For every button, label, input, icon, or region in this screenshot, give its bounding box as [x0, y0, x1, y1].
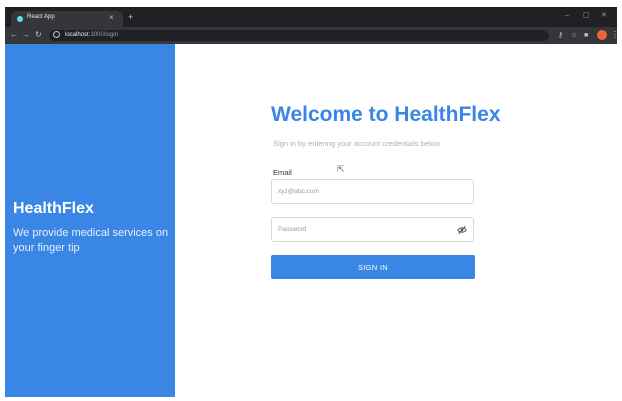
- menu-icon[interactable]: ⋮: [611, 30, 617, 40]
- star-icon[interactable]: ☆: [571, 31, 577, 40]
- mouse-cursor-icon: ⇱: [337, 164, 345, 174]
- sign-in-button[interactable]: SIGN IN: [271, 255, 475, 279]
- close-tab-icon[interactable]: ×: [109, 13, 114, 23]
- back-icon[interactable]: ←: [10, 30, 18, 40]
- tab-title: React App: [27, 14, 55, 20]
- brand-name: HealthFlex: [13, 200, 94, 217]
- eye-slash-icon[interactable]: [457, 225, 467, 235]
- password-field-box[interactable]: [271, 217, 474, 242]
- page-subtitle: Sign in by entering your account credent…: [273, 139, 441, 148]
- tab-strip: React App × + – ▢ ✕: [5, 7, 617, 27]
- new-tab-button[interactable]: +: [128, 12, 133, 22]
- email-field[interactable]: [272, 180, 448, 203]
- url-host: localhost: [65, 32, 89, 38]
- close-window-icon[interactable]: ✕: [601, 12, 607, 20]
- info-icon[interactable]: [53, 31, 60, 38]
- url-text[interactable]: localhost:3000/login: [65, 31, 118, 39]
- profile-avatar-icon[interactable]: [597, 30, 607, 40]
- browser-toolbar: ← → ↻ localhost:3000/login ⚷ ☆ ■ ⋮: [5, 27, 617, 44]
- reload-icon[interactable]: ↻: [35, 30, 42, 40]
- address-bar[interactable]: localhost:3000/login: [49, 30, 549, 41]
- password-field[interactable]: [272, 218, 448, 241]
- email-label: Email: [273, 168, 292, 177]
- key-icon[interactable]: ⚷: [558, 31, 563, 40]
- browser-window: React App × + – ▢ ✕ ← → ↻ localhost:3000…: [5, 7, 617, 397]
- url-path: :3000/login: [88, 32, 119, 38]
- react-favicon-icon: [17, 16, 23, 22]
- page-viewport: HealthFlex We provide medical services o…: [5, 44, 617, 397]
- extension-icon[interactable]: ■: [584, 31, 588, 40]
- forward-icon[interactable]: →: [22, 30, 30, 40]
- page-title: Welcome to HealthFlex: [271, 103, 501, 126]
- minimize-icon[interactable]: –: [565, 12, 569, 20]
- maximize-icon[interactable]: ▢: [583, 12, 590, 20]
- tab-react-app[interactable]: React App ×: [11, 11, 123, 27]
- brand-sidebar: HealthFlex We provide medical services o…: [5, 44, 175, 397]
- brand-tagline: We provide medical services on your fing…: [13, 227, 169, 254]
- email-field-box[interactable]: [271, 179, 474, 204]
